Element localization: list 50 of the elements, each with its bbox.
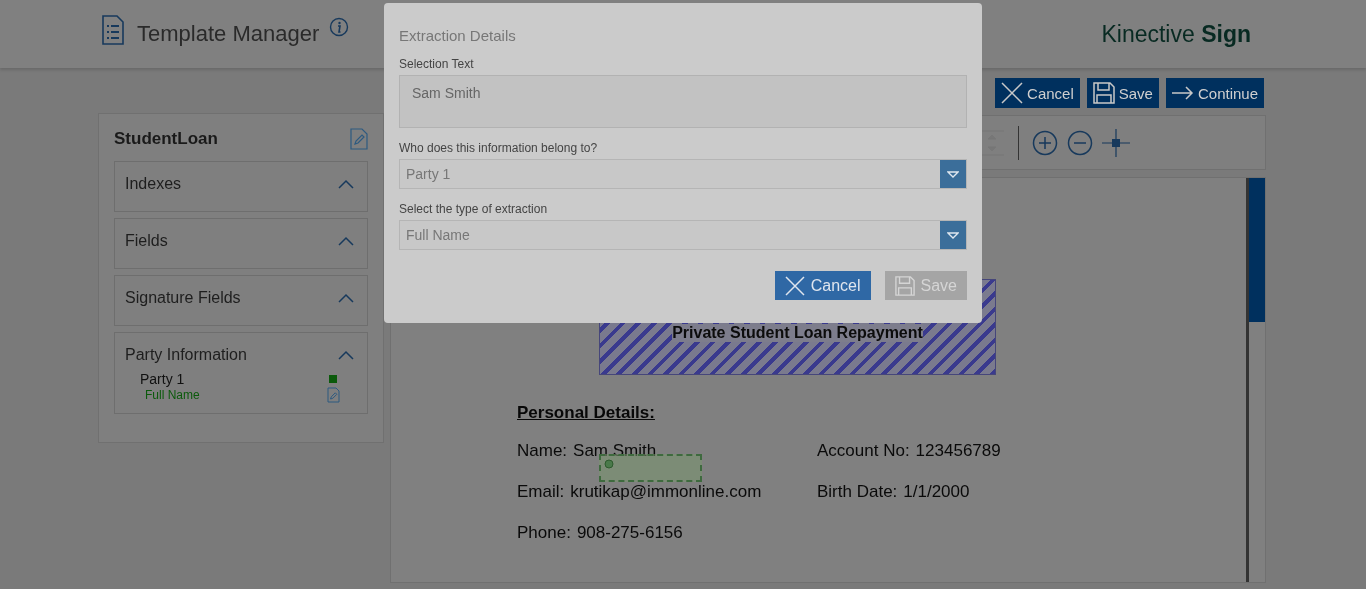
field-value: 123456789 — [915, 441, 1001, 462]
field-label: Who does this information belong to? — [399, 141, 599, 155]
page-title: Template Manager — [137, 21, 320, 47]
field-label: Birth Date: — [817, 482, 898, 503]
field-label: Phone: — [517, 523, 571, 544]
chevron-icon[interactable] — [338, 350, 354, 360]
crosshair-icon[interactable] — [1102, 128, 1130, 157]
action-button[interactable]: Cancel — [995, 78, 1080, 108]
close-icon — [1001, 82, 1024, 104]
selection-text-field[interactable]: Sam Smith — [399, 75, 967, 128]
save-icon — [894, 275, 915, 296]
marker-dot-icon — [604, 459, 614, 469]
edit-icon[interactable] — [327, 387, 340, 403]
party-select[interactable]: Party 1 — [399, 159, 967, 189]
chevron-icon[interactable] — [338, 236, 354, 246]
action-button[interactable]: Continue — [1165, 78, 1264, 108]
field-label: Account No: — [817, 441, 910, 462]
list-document-icon — [101, 15, 125, 45]
field-label: Select the type of extraction — [399, 202, 549, 216]
dialog-title: Extraction Details — [399, 27, 517, 44]
section-title[interactable]: Signature Fields — [125, 289, 241, 307]
extraction-type-select[interactable]: Full Name — [399, 220, 967, 250]
section-title[interactable]: Indexes — [125, 175, 182, 193]
field-label: Name: — [517, 441, 568, 462]
field-value: 908-275-6156 — [576, 523, 683, 544]
field-label: Email: — [517, 482, 565, 503]
document-title: Private Student Loan Repayment — [672, 324, 923, 342]
extraction-field-marker[interactable] — [599, 454, 702, 482]
template-name: StudentLoan — [114, 129, 218, 149]
section-title[interactable]: Fields — [125, 232, 168, 250]
field-value: 1/1/2000 — [903, 482, 970, 503]
zoom-in-icon[interactable] — [1032, 129, 1058, 156]
action-button[interactable]: Save — [1086, 78, 1159, 108]
save-icon — [1092, 82, 1115, 104]
field-label: Selection Text — [399, 57, 475, 71]
field-value: krutikap@immonline.com — [570, 482, 762, 503]
section-heading: Personal Details: — [517, 403, 656, 423]
scrollbar-thumb[interactable] — [1249, 178, 1265, 322]
brand-logo: Kinective Sign — [1101, 20, 1251, 48]
party-name[interactable]: Party 1 — [140, 371, 185, 387]
edit-icon[interactable] — [350, 128, 368, 150]
info-icon[interactable] — [329, 17, 350, 37]
section-title[interactable]: Party Information — [125, 346, 247, 364]
party-field[interactable]: Full Name — [145, 388, 200, 402]
arrow-right-icon — [1171, 86, 1194, 100]
close-icon — [784, 275, 805, 296]
zoom-out-icon[interactable] — [1067, 129, 1093, 156]
dialog-button[interactable]: Cancel — [774, 271, 871, 300]
chevron-icon[interactable] — [338, 293, 354, 303]
chevron-icon[interactable] — [338, 179, 354, 189]
